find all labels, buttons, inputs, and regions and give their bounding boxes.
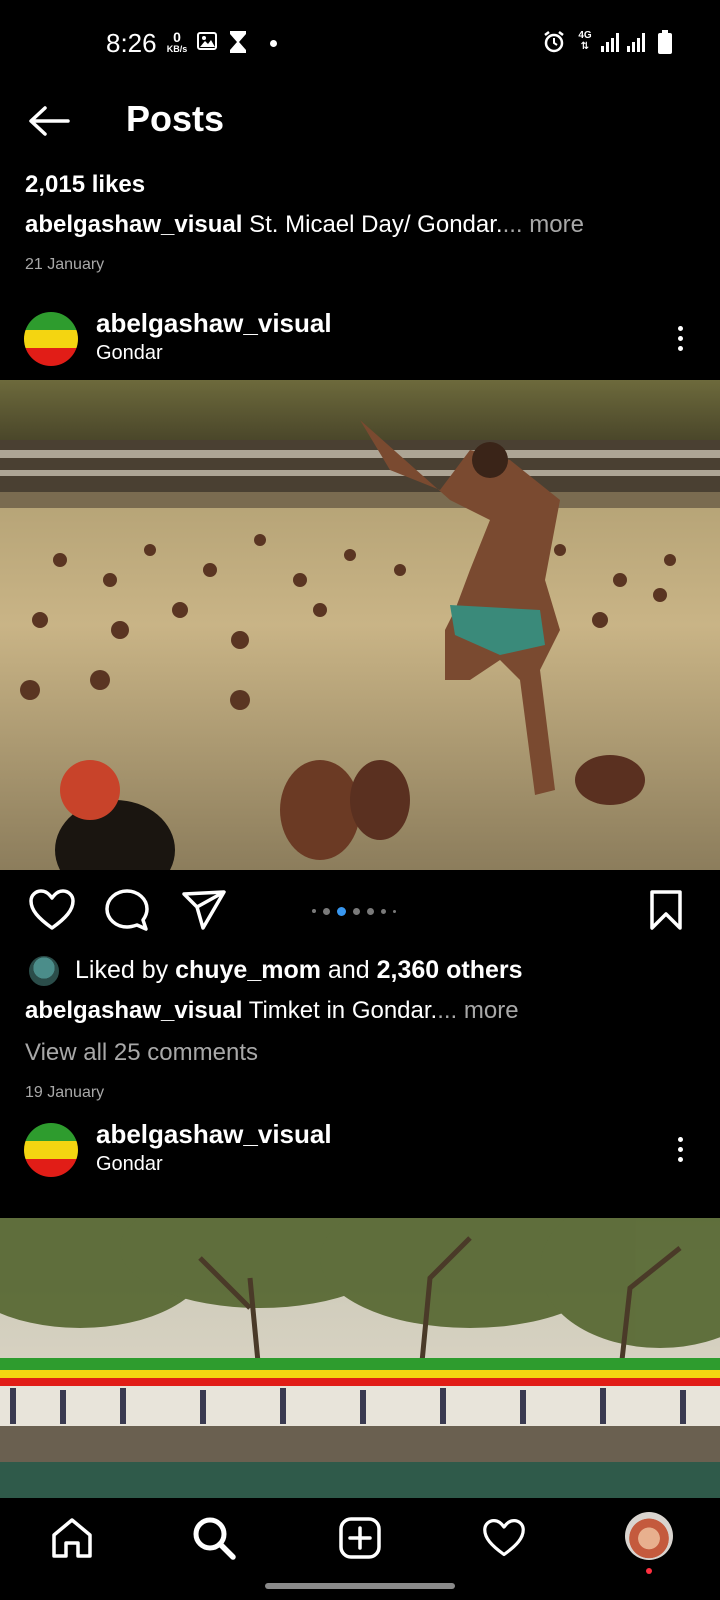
- network-speed-value: 0: [173, 29, 181, 45]
- carousel-dot: [367, 907, 374, 915]
- post-username[interactable]: abelgashaw_visual: [96, 1117, 332, 1151]
- battery-icon: [658, 30, 672, 54]
- post-caption: abelgashaw_visual St. Micael Day/ Gondar…: [25, 208, 705, 242]
- status-time: 8:26: [106, 28, 157, 58]
- top-header: Posts: [0, 88, 720, 152]
- save-bookmark-icon[interactable]: [648, 888, 684, 932]
- network-speed-unit: KB/s: [166, 44, 188, 54]
- hourglass-icon: [230, 31, 246, 53]
- post-photo-image: [0, 380, 720, 870]
- liked-by-others[interactable]: 2,360 others: [377, 956, 523, 984]
- carousel-dot: [381, 908, 386, 914]
- post-username[interactable]: abelgashaw_visual: [96, 306, 332, 340]
- avatar[interactable]: [24, 1123, 78, 1177]
- caption-username[interactable]: abelgashaw_visual: [25, 211, 242, 238]
- nav-new-post[interactable]: [334, 1512, 386, 1564]
- like-heart-icon[interactable]: [28, 888, 76, 932]
- carousel-dot: [393, 909, 396, 913]
- gesture-home-indicator[interactable]: [265, 1583, 455, 1589]
- post-photo[interactable]: [0, 1218, 720, 1498]
- liked-by-avatar: [27, 954, 61, 988]
- search-icon: [193, 1517, 236, 1560]
- more-options-icon[interactable]: [662, 318, 698, 358]
- post-photo-image: [0, 1218, 720, 1498]
- caption-more-link[interactable]: ... more: [437, 997, 518, 1024]
- page-title: Posts: [126, 98, 225, 139]
- view-comments-link[interactable]: View all 25 comments: [25, 1036, 715, 1070]
- liked-by-user[interactable]: chuye_mom: [175, 956, 321, 984]
- carousel-indicator: [312, 906, 396, 916]
- nav-search[interactable]: [188, 1512, 240, 1564]
- share-send-icon[interactable]: [180, 888, 228, 932]
- back-button[interactable]: [26, 98, 72, 144]
- more-options-icon[interactable]: [662, 1129, 698, 1169]
- avatar[interactable]: [24, 312, 78, 366]
- nav-activity[interactable]: [478, 1512, 530, 1564]
- activity-heart-icon: [483, 1518, 525, 1557]
- liked-by-prefix: Liked by: [75, 956, 169, 984]
- post-photo[interactable]: [0, 380, 720, 870]
- previous-post-footer: 2,015 likes abelgashaw_visual St. Micael…: [25, 168, 705, 276]
- caption-username[interactable]: abelgashaw_visual: [25, 997, 242, 1024]
- post-caption: abelgashaw_visual Timket in Gondar.... m…: [25, 994, 715, 1028]
- profile-notification-dot: [646, 1568, 652, 1574]
- post-location[interactable]: Gondar: [96, 1151, 163, 1177]
- status-bar: 8:26 0 KB/s 4G ⇅: [0, 0, 720, 88]
- network-speed: 0 KB/s: [164, 30, 190, 54]
- notification-dot: [270, 40, 277, 47]
- post-header: abelgashaw_visual Gondar: [0, 300, 720, 380]
- carousel-dot: [323, 907, 330, 915]
- arrow-left-icon: [29, 106, 70, 136]
- network-type: 4G ⇅: [578, 30, 592, 52]
- post-meta: Liked by chuye_mom and 2,360 others abel…: [25, 950, 715, 1104]
- nav-home[interactable]: [46, 1512, 98, 1564]
- liked-by-and: and: [327, 956, 370, 984]
- profile-avatar[interactable]: [625, 1512, 673, 1560]
- alarm-icon: [544, 31, 564, 53]
- carousel-dot: [312, 909, 316, 913]
- post-location[interactable]: Gondar: [96, 340, 163, 366]
- comment-icon[interactable]: [103, 888, 151, 932]
- post-actions: [0, 870, 720, 948]
- carousel-dot-active: [337, 906, 346, 916]
- caption-text: St. Micael Day/ Gondar.: [249, 211, 503, 238]
- signal-icon: [601, 33, 645, 52]
- image-icon: [197, 32, 217, 50]
- caption-more-link[interactable]: ... more: [503, 211, 584, 238]
- add-post-icon: [339, 1517, 381, 1559]
- likes-count[interactable]: 2,015 likes: [25, 168, 705, 202]
- post-date: 21 January: [25, 256, 105, 273]
- home-icon: [52, 1518, 92, 1558]
- liked-by-row[interactable]: Liked by chuye_mom and 2,360 others: [25, 950, 715, 990]
- carousel-dot: [353, 907, 360, 915]
- post-date: 19 January: [25, 1084, 105, 1101]
- caption-text: Timket in Gondar.: [248, 997, 438, 1024]
- post-header: abelgashaw_visual Gondar: [0, 1111, 720, 1191]
